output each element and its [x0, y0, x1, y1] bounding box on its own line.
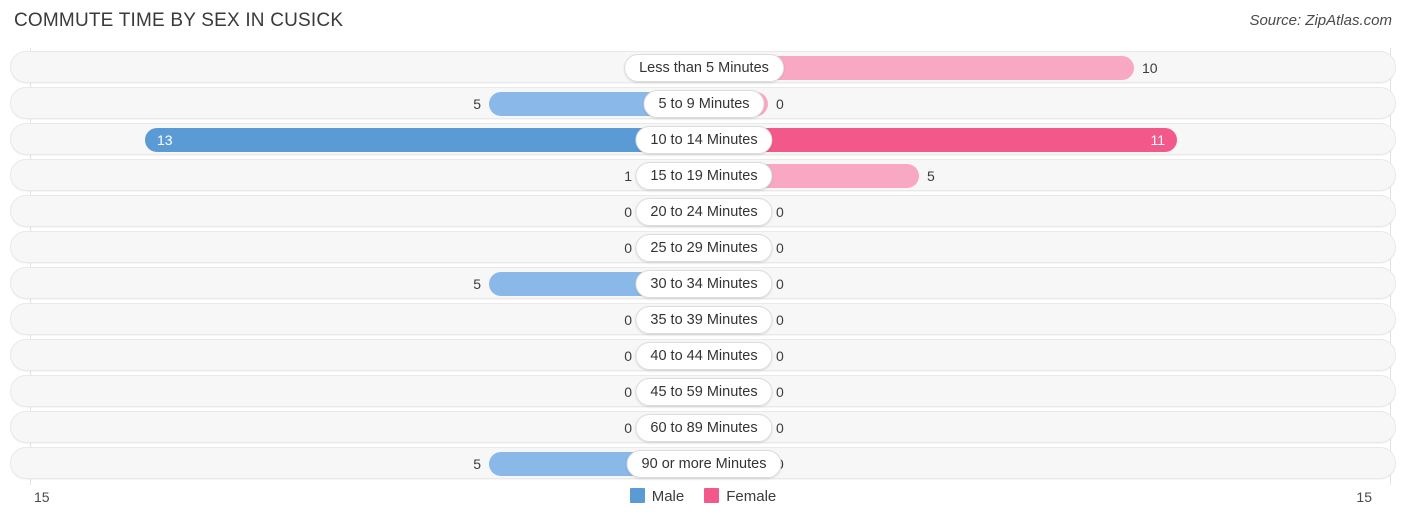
chart-row-inner: 5090 or more Minutes	[11, 448, 1397, 480]
bar-value-female: 0	[776, 276, 784, 292]
chart-row-inner: 0 0 60 to 89 Minutes	[11, 412, 1397, 444]
category-label: Less than 5 Minutes	[624, 54, 784, 82]
bar-value-female: 0	[776, 204, 784, 220]
source-attribution: Source: ZipAtlas.com	[1249, 12, 1392, 29]
chart-row-inner: 5 0 30 to 34 Minutes	[11, 268, 1397, 300]
bar-value-male: 13	[157, 132, 173, 148]
bar-value-male: 1	[624, 168, 632, 184]
legend-label: Male	[651, 488, 685, 505]
bar-value-male: 0	[624, 240, 632, 256]
bar-value-female: 10	[1142, 60, 1158, 76]
bar-value-female: 0	[776, 96, 784, 112]
category-label: 60 to 89 Minutes	[635, 414, 773, 442]
category-label: 40 to 44 Minutes	[635, 342, 773, 370]
bar-value-male: 5	[473, 456, 481, 472]
chart-row-inner: 5 0 5 to 9 Minutes	[11, 88, 1397, 120]
plot-area: 010Less than 5 Minutes505 to 9 Minutes13…	[0, 48, 1406, 485]
category-label: 90 or more Minutes	[626, 450, 782, 478]
chart-row: 5 0 5 to 9 Minutes	[10, 87, 1396, 119]
bar-value-female: 5	[927, 168, 935, 184]
bar-value-male: 0	[624, 384, 632, 400]
legend-swatch-icon	[704, 488, 720, 503]
legend-item[interactable]: Female	[704, 488, 776, 505]
chart-row: 0 0 45 to 59 Minutes	[10, 375, 1396, 407]
bar-male[interactable]	[145, 128, 704, 152]
chart-row: 13 11 10 to 14 Minutes	[10, 123, 1396, 155]
bar-value-female: 0	[776, 384, 784, 400]
bar-value-male: 0	[11, 56, 632, 80]
legend-swatch-icon	[629, 488, 645, 503]
category-label: 35 to 39 Minutes	[635, 306, 773, 334]
chart-row: 5 0 30 to 34 Minutes	[10, 267, 1396, 299]
bar-female[interactable]	[704, 128, 1177, 152]
chart-row: 0 0 60 to 89 Minutes	[10, 411, 1396, 443]
chart-row-inner: 0 0 35 to 39 Minutes	[11, 304, 1397, 336]
chart-row: 0 0 40 to 44 Minutes	[10, 339, 1396, 371]
chart-legend: Male Female	[0, 488, 1406, 505]
bar-value-male: 0	[624, 312, 632, 328]
chart-row: 0 0 25 to 29 Minutes	[10, 231, 1396, 263]
category-label: 15 to 19 Minutes	[635, 162, 773, 190]
category-label: 45 to 59 Minutes	[635, 378, 773, 406]
bar-value-female: 0	[776, 420, 784, 436]
bar-value-male: 0	[624, 348, 632, 364]
chart-row-inner: 0 0 45 to 59 Minutes	[11, 376, 1397, 408]
chart-row-inner: 0 0 20 to 24 Minutes	[11, 196, 1397, 228]
legend-label: Female	[726, 488, 777, 505]
bar-value-male: 5	[473, 276, 481, 292]
chart-row: 0 0 20 to 24 Minutes	[10, 195, 1396, 227]
chart-row: 1 5 15 to 19 Minutes	[10, 159, 1396, 191]
category-label: 5 to 9 Minutes	[643, 90, 765, 118]
bar-value-female: 0	[776, 312, 784, 328]
chart-row: 0 0 35 to 39 Minutes	[10, 303, 1396, 335]
category-label: 30 to 34 Minutes	[635, 270, 773, 298]
bar-value-female: 11	[1150, 132, 1165, 148]
bar-value-male: 0	[624, 204, 632, 220]
chart-row: 0 10 Less than 5 Minutes	[10, 51, 1396, 83]
chart-row-inner: 0 0 25 to 29 Minutes	[11, 232, 1397, 264]
chart-canvas: COMMUTE TIME BY SEX IN CUSICK Source: Zi…	[0, 0, 1406, 523]
legend-item[interactable]: Male	[629, 488, 685, 505]
page-title: COMMUTE TIME BY SEX IN CUSICK	[14, 10, 344, 31]
chart-row-inner: 0 0 40 to 44 Minutes	[11, 340, 1397, 372]
bar-value-male: 0	[624, 420, 632, 436]
chart-row-inner: 13 11 10 to 14 Minutes	[11, 124, 1397, 156]
category-label: 20 to 24 Minutes	[635, 198, 773, 226]
bar-value-male: 5	[473, 96, 481, 112]
category-label: 10 to 14 Minutes	[635, 126, 773, 154]
category-label: 25 to 29 Minutes	[635, 234, 773, 262]
chart-row-inner: 0 10 Less than 5 Minutes	[11, 52, 1397, 84]
bar-value-female: 0	[776, 348, 784, 364]
bar-value-female: 0	[776, 240, 784, 256]
chart-row: 5090 or more Minutes	[10, 447, 1396, 479]
chart-row-inner: 1 5 15 to 19 Minutes	[11, 160, 1397, 192]
